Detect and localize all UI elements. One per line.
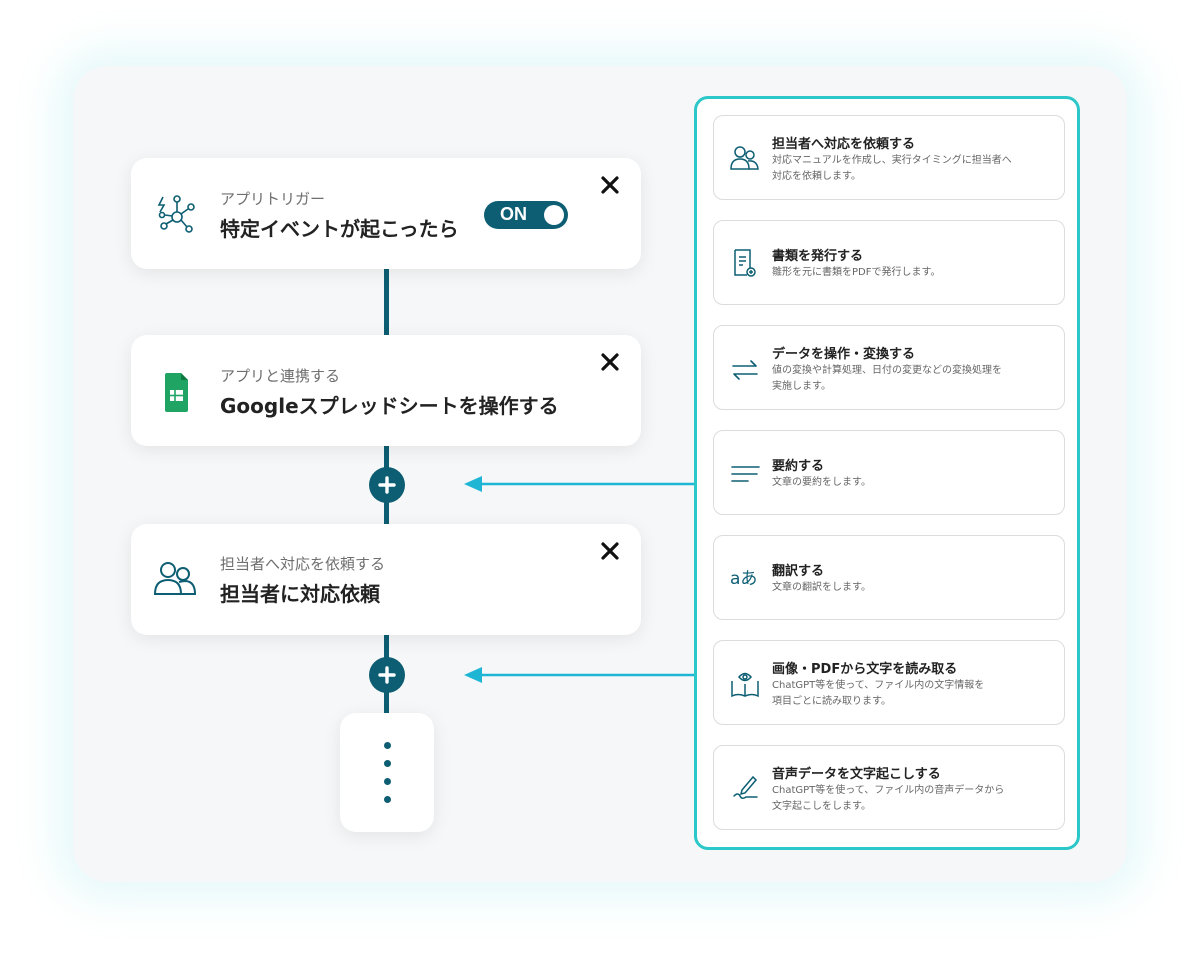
add-step-button[interactable] xyxy=(369,657,405,693)
ellipsis-dot xyxy=(384,742,391,749)
menu-item-desc: ChatGPT等を使って、ファイル内の文字情報を 項目ごとに読み取ります。 xyxy=(772,680,985,707)
people-icon xyxy=(730,146,759,170)
menu-item-desc: 雛形を元に書類をPDFで発行します。 xyxy=(772,267,941,278)
menu-item-title: データを操作・変換する xyxy=(772,347,916,362)
assign-title: 担当者に対応依頼 xyxy=(220,582,380,606)
app-card[interactable]: アプリと連携する Googleスプレッドシートを操作する xyxy=(131,335,641,446)
close-icon[interactable] xyxy=(599,540,621,562)
menu-item-desc: 対応マニュアルを作成し、実行タイミングに担当者へ 対応を依頼します。 xyxy=(772,155,1012,182)
connector-line xyxy=(384,268,389,336)
menu-item-desc: ChatGPT等を使って、ファイル内の音声データから 文字起こしをします。 xyxy=(772,785,1005,812)
menu-item-desc: 文章の要約をします。 xyxy=(772,477,871,488)
ellipsis-dot xyxy=(384,796,391,803)
menu-item-title: 要約する xyxy=(772,459,825,474)
menu-item-title: 画像・PDFから文字を読み取る xyxy=(772,662,958,677)
app-title: Googleスプレッドシートを操作する xyxy=(220,394,559,418)
document-icon xyxy=(734,249,756,277)
ellipsis-dot xyxy=(384,778,391,785)
menu-item-transform[interactable]: データを操作・変換する 値の変換や計算処理、日付の変更などの変換処理を 実施します… xyxy=(713,325,1065,410)
arrow-left-icon xyxy=(464,667,696,683)
book-eye-icon xyxy=(731,672,759,698)
menu-item-title: 音声データを文字起こしする xyxy=(772,767,941,782)
plus-icon xyxy=(378,476,396,494)
translate-icon: aあ xyxy=(730,569,758,589)
menu-item-assign[interactable]: 担当者へ対応を依頼する 対応マニュアルを作成し、実行タイミングに担当者へ 対応を依… xyxy=(713,115,1065,200)
transform-arrows-icon xyxy=(732,360,758,380)
app-subtitle: アプリと連携する xyxy=(220,367,341,385)
trigger-network-icon xyxy=(157,195,195,233)
menu-item-title: 書類を発行する xyxy=(772,249,864,264)
summary-lines-icon xyxy=(731,466,760,482)
menu-item-title: 翻訳する xyxy=(772,564,825,579)
people-icon xyxy=(153,562,197,595)
menu-item-translate[interactable]: aあ 翻訳する 文章の翻訳をします。 xyxy=(713,535,1065,620)
pen-icon xyxy=(733,775,758,800)
menu-item-desc: 文章の翻訳をします。 xyxy=(772,582,871,593)
plus-icon xyxy=(378,666,396,684)
add-step-button[interactable] xyxy=(369,467,405,503)
menu-item-ocr[interactable]: 画像・PDFから文字を読み取る ChatGPT等を使って、ファイル内の文字情報を… xyxy=(713,640,1065,725)
close-icon[interactable] xyxy=(599,351,621,373)
menu-item-transcribe[interactable]: 音声データを文字起こしする ChatGPT等を使って、ファイル内の音声データから… xyxy=(713,745,1065,830)
trigger-subtitle: アプリトリガー xyxy=(220,190,326,208)
more-steps-placeholder[interactable] xyxy=(340,713,434,832)
toggle-knob xyxy=(544,205,564,225)
trigger-on-toggle[interactable]: ON xyxy=(484,201,568,229)
ellipsis-dot xyxy=(384,760,391,767)
trigger-title: 特定イベントが起こったら xyxy=(220,217,459,241)
operation-menu: 担当者へ対応を依頼する 対応マニュアルを作成し、実行タイミングに担当者へ 対応を依… xyxy=(694,96,1080,850)
menu-item-document[interactable]: 書類を発行する 雛形を元に書類をPDFで発行します。 xyxy=(713,220,1065,305)
menu-item-desc: 値の変換や計算処理、日付の変更などの変換処理を 実施します。 xyxy=(772,365,1002,392)
toggle-label: ON xyxy=(500,204,527,224)
assign-subtitle: 担当者へ対応を依頼する xyxy=(220,555,386,573)
assign-card[interactable]: 担当者へ対応を依頼する 担当者に対応依頼 xyxy=(131,524,641,635)
google-sheets-icon xyxy=(165,373,188,412)
menu-item-summary[interactable]: 要約する 文章の要約をします。 xyxy=(713,430,1065,515)
menu-item-title: 担当者へ対応を依頼する xyxy=(772,137,916,152)
close-icon[interactable] xyxy=(599,174,621,196)
arrow-left-icon xyxy=(464,476,696,492)
